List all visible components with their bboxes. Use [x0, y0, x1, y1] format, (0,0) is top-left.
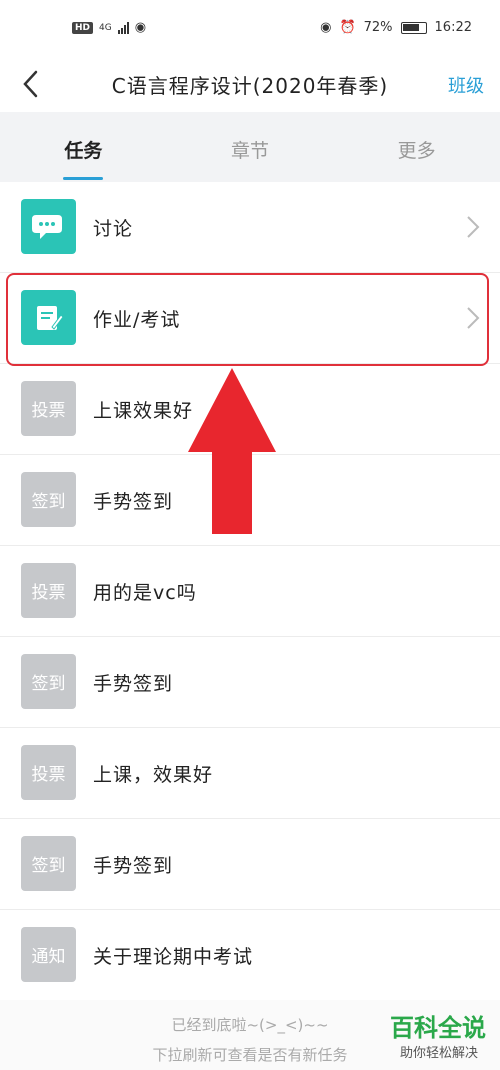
list-item[interactable]: 签到 手势签到 [0, 637, 500, 728]
list-item-label: 上课，效果好 [93, 764, 214, 786]
battery-percent: 72% [363, 20, 393, 35]
tab-tasks[interactable]: 任务 [0, 112, 167, 182]
vote-badge: 投票 [21, 745, 76, 800]
list-item-label: 作业/考试 [93, 309, 181, 331]
status-right: ◉ ⏰ 72% 16:22 [320, 20, 472, 35]
vote-badge: 投票 [21, 563, 76, 618]
back-arrow-icon[interactable] [14, 66, 50, 102]
notice-badge: 通知 [21, 927, 76, 982]
alarm-icon: ⏰ [339, 20, 356, 35]
list-item[interactable]: 签到 手势签到 [0, 819, 500, 910]
tab-more[interactable]: 更多 [333, 112, 500, 182]
eye-icon: ◉ [320, 20, 332, 35]
signal-icon [117, 21, 129, 34]
header: C语言程序设计(2020年春季) 班级 [0, 56, 500, 112]
list-item-homework-exam[interactable]: 作业/考试 [0, 273, 500, 364]
status-bar: HD 4G ◉ ◉ ⏰ 72% 16:22 [0, 0, 500, 56]
checkin-badge: 签到 [21, 836, 76, 891]
network-label: 4G [99, 22, 112, 33]
chevron-right-icon [467, 216, 480, 238]
task-list: 讨论 作业/考试 投票 上课效果好 签到 手势签到 投票 用的是vc吗 签到 手… [0, 182, 500, 1001]
arrow-up-icon [188, 368, 276, 534]
list-item-label: 手势签到 [93, 855, 174, 877]
chevron-right-icon [467, 307, 480, 329]
clock: 16:22 [434, 20, 472, 35]
status-left: HD 4G ◉ [72, 20, 146, 35]
list-item-label: 上课效果好 [93, 400, 194, 422]
page-title: C语言程序设计(2020年春季) [111, 74, 389, 98]
watermark-logo: 百科全说 [390, 1014, 486, 1042]
tab-bar: 任务 章节 更多 [0, 112, 500, 182]
vote-badge: 投票 [21, 381, 76, 436]
class-link[interactable]: 班级 [448, 72, 484, 98]
list-item[interactable]: 投票 用的是vc吗 [0, 546, 500, 637]
wifi-icon: ◉ [134, 20, 147, 35]
list-item-label: 用的是vc吗 [93, 582, 197, 604]
edit-icon [21, 290, 76, 345]
battery-icon [400, 21, 427, 34]
list-item[interactable]: 投票 上课，效果好 [0, 728, 500, 819]
checkin-badge: 签到 [21, 472, 76, 527]
tab-chapters[interactable]: 章节 [167, 112, 334, 182]
watermark-tagline: 助你轻松解决 [399, 1046, 478, 1061]
hd-badge: HD [72, 21, 94, 34]
chat-icon [21, 199, 76, 254]
list-item[interactable]: 通知 关于理论期中考试 [0, 910, 500, 1001]
list-item-discussion[interactable]: 讨论 [0, 182, 500, 273]
list-item-label: 关于理论期中考试 [93, 946, 254, 968]
list-item-label: 手势签到 [93, 673, 174, 695]
list-item-label: 讨论 [93, 218, 134, 240]
list-item-label: 手势签到 [93, 491, 174, 513]
checkin-badge: 签到 [21, 654, 76, 709]
